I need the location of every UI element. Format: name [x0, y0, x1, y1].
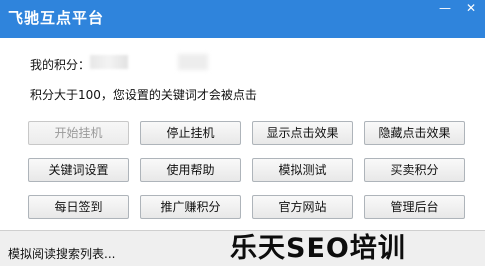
stop-hangup-button[interactable]: 停止挂机: [140, 121, 241, 145]
points-label: 我的积分：: [30, 58, 91, 72]
points-value: [90, 55, 128, 69]
daily-checkin-button[interactable]: 每日签到: [28, 195, 129, 219]
admin-panel-button[interactable]: 管理后台: [364, 195, 465, 219]
threshold-notice: 积分大于100，您设置的关键词才会被点击: [30, 88, 257, 102]
close-button[interactable]: ✕: [458, 0, 484, 18]
minimize-button[interactable]: —: [432, 0, 458, 18]
simulate-test-button[interactable]: 模拟测试: [252, 158, 353, 182]
show-click-effect-button[interactable]: 显示点击效果: [252, 121, 353, 145]
watermark: 乐天SEO培训: [230, 233, 406, 264]
title-bar: 飞驰互点平台 — ✕: [0, 0, 485, 38]
trade-points-button[interactable]: 买卖积分: [364, 158, 465, 182]
window-title: 飞驰互点平台: [8, 9, 105, 27]
official-site-button[interactable]: 官方网站: [252, 195, 353, 219]
keyword-settings-button[interactable]: 关键词设置: [28, 158, 129, 182]
start-hangup-button[interactable]: 开始挂机: [28, 121, 129, 145]
redacted-area: [178, 54, 208, 70]
help-button[interactable]: 使用帮助: [140, 158, 241, 182]
status-text: 模拟阅读搜索列表...: [8, 247, 116, 261]
hide-click-effect-button[interactable]: 隐藏点击效果: [364, 121, 465, 145]
promote-earn-points-button[interactable]: 推广赚积分: [140, 195, 241, 219]
